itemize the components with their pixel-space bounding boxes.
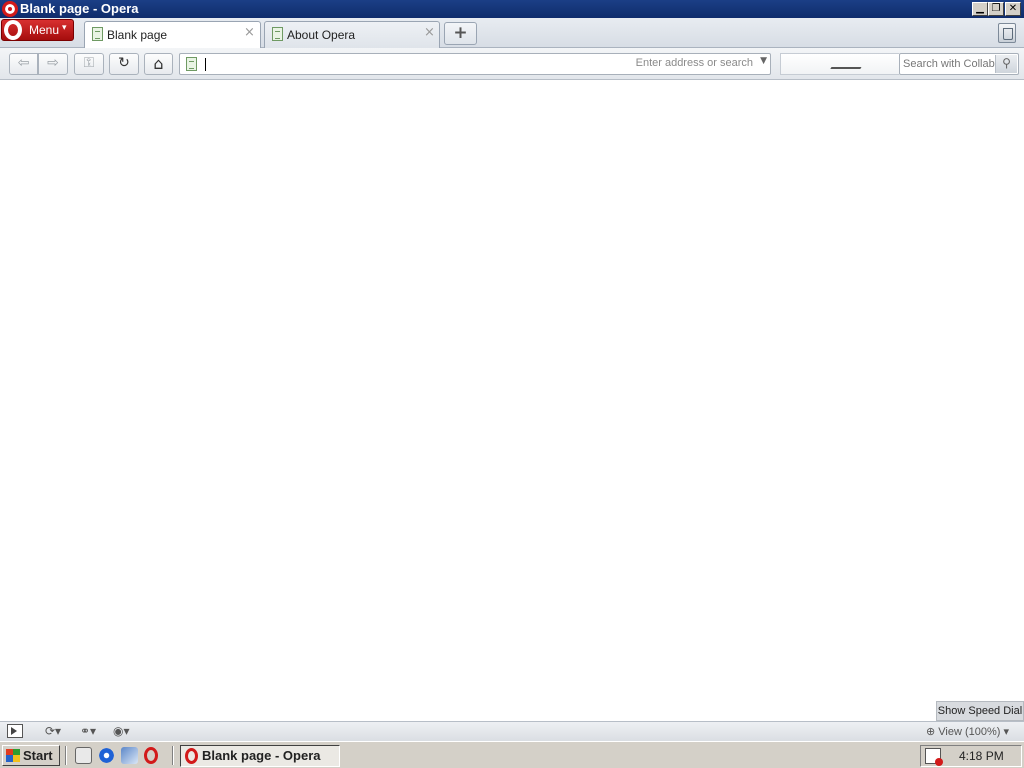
back-button[interactable]: ⇦ [9, 53, 38, 75]
tab-about-opera[interactable]: About Opera × [264, 21, 440, 48]
network-status-icon[interactable] [925, 748, 943, 766]
close-window-button[interactable]: ✕ [1005, 2, 1021, 16]
search-box[interactable]: ⚲ [899, 53, 1019, 75]
internet-explorer-icon[interactable] [98, 747, 115, 764]
search-engine-icon [824, 67, 862, 79]
taskbar-separator [65, 746, 67, 765]
turbo-icon[interactable]: ◉▾ [113, 724, 130, 739]
windows-logo-icon [6, 749, 20, 762]
navigation-toolbar: ⇦ ⇨ ⚿ ↻ ⌂ Enter address or search ▼ ⚲ [0, 48, 1024, 80]
show-desktop-icon[interactable] [75, 747, 92, 764]
taskbar-item-label: Blank page - Opera [202, 748, 321, 763]
tab-label: About Opera [287, 28, 356, 42]
search-input[interactable] [903, 55, 995, 73]
show-speed-dial-button[interactable]: Show Speed Dial [936, 701, 1024, 721]
page-icon [92, 27, 103, 41]
start-label: Start [23, 748, 53, 763]
taskbar-separator [172, 746, 174, 765]
status-bar: ⟳▾ ⚭▾ ◉▾ ⊕ View (100%) ▾ [0, 721, 1024, 741]
search-engine-selector[interactable] [780, 53, 899, 79]
address-input[interactable] [210, 55, 630, 73]
clock[interactable]: 4:18 PM [959, 749, 1004, 763]
new-tab-button[interactable]: + [444, 22, 477, 45]
home-button[interactable]: ⌂ [144, 53, 173, 75]
page-content[interactable] [0, 81, 1024, 721]
opera-logo-icon [185, 748, 198, 764]
tab-label: Blank page [107, 28, 168, 42]
menu-label: Menu [29, 23, 60, 37]
opera-logo-icon [2, 1, 18, 17]
window-title: Blank page - Opera [20, 1, 139, 16]
page-icon [186, 57, 197, 71]
sync-icon[interactable]: ⟳▾ [45, 724, 61, 739]
page-icon [272, 27, 283, 41]
reload-button[interactable]: ↻ [109, 53, 139, 75]
start-button[interactable]: Start [2, 745, 60, 766]
window-title-bar[interactable]: Blank page - Opera ▁ ❐ ✕ [0, 0, 1024, 18]
close-tab-icon[interactable]: × [424, 25, 435, 40]
key-icon[interactable]: ⚿ [74, 53, 104, 75]
restore-button[interactable]: ❐ [988, 2, 1004, 16]
unite-icon[interactable]: ⚭▾ [80, 724, 96, 739]
panel-toggle-icon[interactable] [7, 724, 23, 738]
chevron-down-icon: ▾ [62, 22, 67, 32]
taskbar: Start Blank page - Opera 4:18 PM [0, 741, 1024, 768]
network-icon[interactable] [121, 747, 138, 764]
opera-menu-button[interactable]: Menu ▾ [1, 19, 74, 41]
text-cursor [205, 58, 206, 71]
minimize-button[interactable]: ▁ [972, 2, 988, 16]
chevron-down-icon[interactable]: ▼ [760, 56, 767, 66]
address-hint: Enter address or search [635, 57, 753, 69]
forward-button[interactable]: ⇨ [38, 53, 68, 75]
address-bar[interactable]: Enter address or search ▼ [179, 53, 771, 75]
opera-o-icon [4, 20, 22, 40]
tab-blank-page[interactable]: Blank page × [84, 21, 261, 48]
taskbar-item-opera[interactable]: Blank page - Opera [180, 745, 340, 767]
search-icon[interactable]: ⚲ [995, 55, 1017, 73]
opera-quicklaunch-icon[interactable] [144, 747, 158, 764]
tab-bar: Menu ▾ Blank page × About Opera × + [0, 18, 1024, 48]
zoom-control[interactable]: ⊕ View (100%) ▾ [926, 725, 1009, 738]
close-tab-icon[interactable]: × [244, 25, 255, 40]
system-tray: 4:18 PM [920, 745, 1022, 767]
closed-tabs-trash-icon[interactable] [998, 23, 1016, 43]
